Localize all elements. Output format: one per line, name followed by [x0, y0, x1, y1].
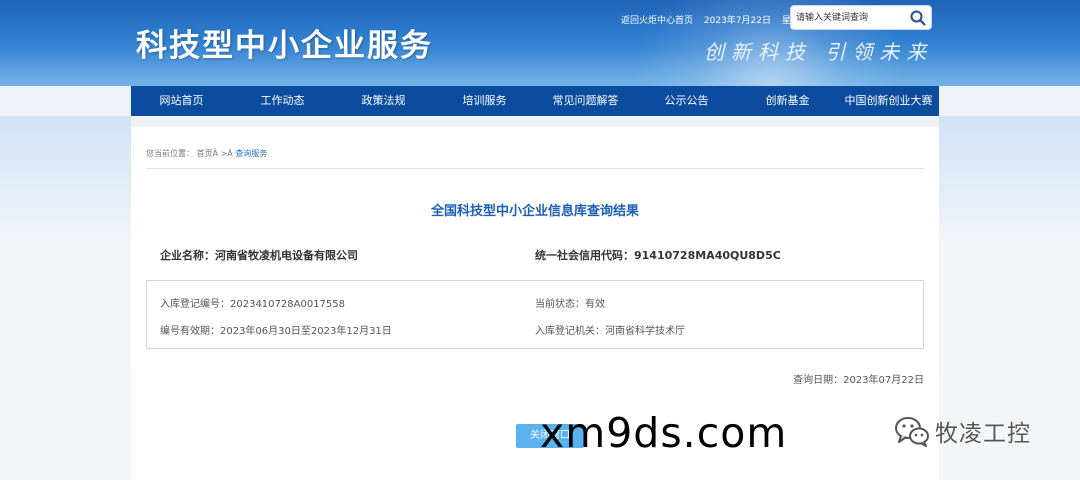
nav-item-faq[interactable]: 常见问题解答 — [535, 86, 636, 116]
watermark-brand: 牧凌工控 — [893, 414, 1031, 448]
result-title: 全国科技型中小企业信息库查询结果 — [430, 204, 639, 219]
watermark-url: xm9ds.com — [540, 409, 788, 457]
breadcrumb: 您当前位置： 首页Â >Â 查询服务 — [146, 148, 267, 159]
breadcrumb-home[interactable]: 首页Â — [197, 149, 218, 158]
divider — [146, 168, 924, 169]
search-input[interactable] — [796, 10, 906, 26]
brand-text: 牧凌工控 — [935, 421, 1031, 447]
site-title: 科技型中小企业服务 — [136, 28, 433, 64]
company-name: 企业名称：河南省牧凌机电设备有限公司 — [160, 249, 358, 262]
nav-item-policies[interactable]: 政策法规 — [333, 86, 434, 116]
detail-box: 入库登记编号：2023410728A0017558 当前状态：有效 编号有效期：… — [146, 280, 924, 349]
registration-number: 入库登记编号：2023410728A0017558 — [160, 299, 345, 310]
current-status: 当前状态：有效 — [535, 299, 605, 310]
breadcrumb-current[interactable]: 查询服务 — [235, 149, 267, 158]
top-date: 2023年7月22日 — [703, 16, 771, 26]
wechat-icon — [895, 417, 929, 447]
breadcrumb-prefix: 您当前位置： — [146, 149, 194, 158]
header-banner: 科技型中小企业服务 创新科技 引领未来 返回火炬中心首页 2023年7月22日 … — [0, 0, 1080, 86]
nav-item-training[interactable]: 培训服务 — [434, 86, 535, 116]
top-links: 返回火炬中心首页 2023年7月22日 星期六 — [621, 13, 817, 26]
nav-item-home[interactable]: 网站首页 — [131, 86, 232, 116]
registration-authority: 入库登记机关：河南省科学技术厅 — [535, 326, 685, 337]
nav-item-work-news[interactable]: 工作动态 — [232, 86, 333, 116]
main-nav: 网站首页 工作动态 政策法规 培训服务 常见问题解答 公示公告 创新基金 中国创… — [131, 86, 939, 116]
validity-period: 编号有效期：2023年06月30日至2023年12月31日 — [160, 326, 392, 337]
home-link[interactable]: 返回火炬中心首页 — [621, 16, 693, 26]
main-content: 您当前位置： 首页Â >Â 查询服务 全国科技型中小企业信息库查询结果 企业名称… — [131, 127, 939, 480]
page-background-left — [0, 116, 131, 480]
nav-item-announcements[interactable]: 公示公告 — [636, 86, 737, 116]
site-slogan: 创新科技 引领未来 — [704, 40, 934, 64]
query-date: 查询日期：2023年07月22日 — [793, 375, 924, 386]
credit-code: 统一社会信用代码：91410728MA40QU8D5C — [535, 249, 781, 262]
breadcrumb-separator: >Â — [220, 149, 236, 158]
nav-item-competition[interactable]: 中国创新创业大赛 — [838, 86, 939, 116]
nav-item-innovation-fund[interactable]: 创新基金 — [737, 86, 838, 116]
search-icon[interactable] — [909, 9, 927, 27]
search-box — [790, 5, 932, 30]
